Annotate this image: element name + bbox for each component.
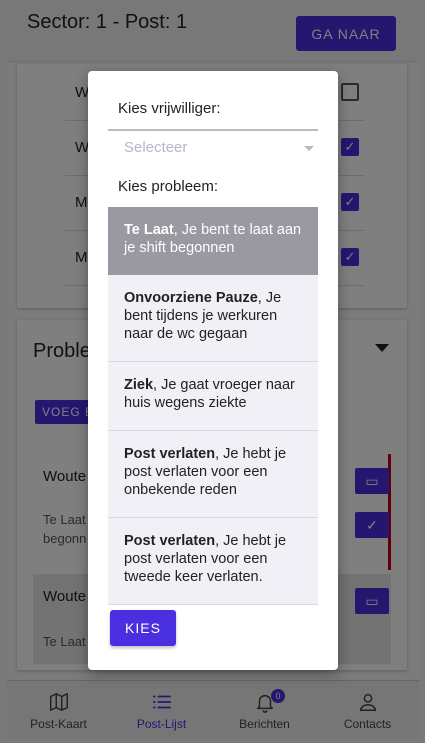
problem-option[interactable]: Te Laat, Je bent te laat aan je shift be… (108, 207, 318, 275)
problem-option-text: Post verlaten, Je hebt je post verlaten … (124, 532, 308, 586)
problem-label: Kies probleem: (118, 178, 219, 195)
problem-option-title: Onvoorziene Pauze (124, 290, 258, 306)
problem-option-title: Te Laat (124, 222, 174, 238)
problem-option-text: Te Laat, Je bent te laat aan je shift be… (124, 221, 308, 257)
dropdown-arrow-icon (304, 146, 314, 151)
problem-option-title: Post verlaten (124, 446, 216, 462)
problem-options-list[interactable]: Te Laat, Je bent te laat aan je shift be… (108, 207, 318, 605)
problem-option[interactable]: Post verlaten, Je hebt je post verlaten … (108, 518, 318, 605)
problem-option-text: Onvoorziene Pauze, Je bent tijdens je we… (124, 289, 308, 343)
problem-option[interactable]: Onvoorziene Pauze, Je bent tijdens je we… (108, 275, 318, 362)
problem-option-text: Post verlaten, Je hebt je post verlaten … (124, 445, 308, 499)
problem-option-title: Post verlaten (124, 533, 216, 549)
choose-problem-dialog: Kies vrijwilliger: Selecteer Kies proble… (88, 71, 338, 670)
volunteer-label: Kies vrijwilliger: (118, 100, 221, 117)
choose-button[interactable]: KIES (110, 610, 176, 646)
problem-option[interactable]: Post verlaten, Je hebt je post verlaten … (108, 431, 318, 518)
problem-option-text: Ziek, Je gaat vroeger naar huis wegens z… (124, 376, 308, 412)
select-placeholder: Selecteer (124, 139, 188, 156)
problem-option[interactable]: Ziek, Je gaat vroeger naar huis wegens z… (108, 362, 318, 431)
volunteer-select[interactable]: Selecteer (108, 133, 318, 163)
divider (108, 129, 318, 131)
problem-option-title: Ziek (124, 377, 154, 393)
